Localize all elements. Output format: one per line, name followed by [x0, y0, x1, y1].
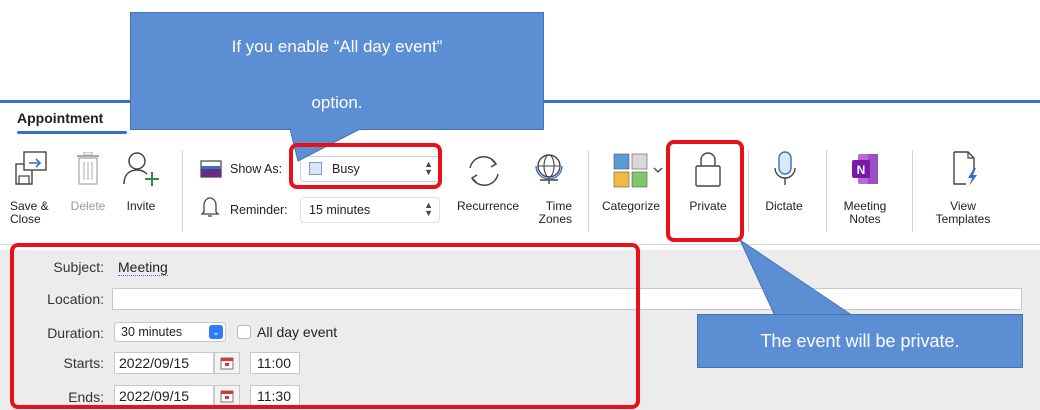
- view-templates-label-line2: Templates: [935, 212, 991, 226]
- meeting-notes-label-line2: Notes: [849, 212, 881, 226]
- highlight-show-as: [289, 143, 442, 189]
- meeting-notes-label-line1: Meeting: [843, 199, 887, 213]
- delete-label: Delete: [70, 199, 106, 213]
- show-as-icon: [200, 160, 222, 178]
- reminder-label: Reminder:: [230, 203, 288, 217]
- view-templates-label-line1: View: [950, 199, 976, 213]
- show-as-label: Show As:: [230, 162, 283, 176]
- save-close-label-line2: Close: [10, 212, 41, 226]
- updown-icon: ▲ ▼: [424, 200, 433, 218]
- svg-text:N: N: [857, 163, 866, 177]
- onenote-icon: N: [852, 154, 878, 184]
- ribbon-separator: [912, 150, 913, 232]
- invite-button[interactable]: Invite: [118, 150, 164, 220]
- time-zones-label-line2: Zones: [538, 212, 572, 226]
- meeting-notes-button[interactable]: N Meeting Notes: [834, 150, 896, 230]
- ribbon-separator: [748, 150, 749, 232]
- top-callout-line2: option.: [311, 93, 363, 112]
- delete-button[interactable]: Delete: [66, 150, 110, 220]
- microphone-icon: [774, 151, 796, 185]
- save-close-icon: [15, 151, 47, 185]
- template-icon: [953, 151, 977, 186]
- highlight-form: [10, 243, 640, 409]
- ribbon-separator: [182, 150, 183, 232]
- view-templates-button[interactable]: View Templates: [918, 150, 1008, 230]
- tab-active-indicator: [17, 131, 127, 134]
- top-callout-line1: If you enable “All day event”: [231, 37, 443, 56]
- highlight-private: [666, 140, 744, 242]
- time-zones-button[interactable]: Time Zones: [526, 150, 572, 230]
- top-callout: If you enable “All day event” option.: [130, 12, 544, 130]
- trash-icon: [77, 152, 99, 185]
- recurrence-button[interactable]: Recurrence: [454, 150, 520, 220]
- ribbon-separator: [826, 150, 827, 232]
- tab-appointment[interactable]: Appointment: [17, 110, 103, 126]
- globe-icon: [535, 154, 563, 184]
- ribbon-separator: [588, 150, 589, 232]
- bell-icon: [200, 197, 220, 217]
- right-callout-text: The event will be private.: [760, 331, 960, 351]
- dictate-button[interactable]: Dictate: [756, 150, 812, 220]
- category-grid-icon: [613, 153, 663, 188]
- recurrence-icon: [469, 156, 499, 186]
- right-callout-pointer: [738, 238, 858, 319]
- time-zones-label-line1: Time: [545, 199, 572, 213]
- invite-person-icon: [123, 152, 159, 186]
- dictate-label: Dictate: [765, 199, 803, 213]
- save-close-label-line1: Save &: [10, 199, 49, 213]
- reminder-select[interactable]: 15 minutes ▲ ▼: [300, 197, 440, 223]
- reminder-value: 15 minutes: [309, 203, 371, 217]
- invite-label: Invite: [126, 199, 156, 213]
- recurrence-label: Recurrence: [456, 199, 520, 213]
- right-callout: The event will be private.: [697, 314, 1023, 368]
